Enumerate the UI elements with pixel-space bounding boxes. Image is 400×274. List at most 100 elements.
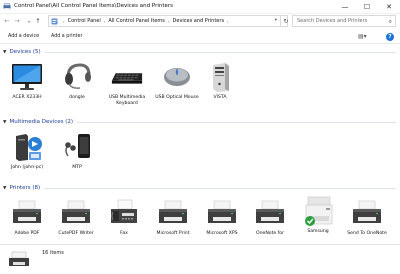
group-title: Devices (5) [9,49,41,55]
printer-label: CutePDF Writer [58,231,94,236]
details-pane: 16 items [0,244,400,274]
item-count: 16 items [42,250,64,256]
phone-icon [65,134,90,158]
collapse-chevron-icon: ▼ [3,119,7,125]
collapse-chevron-icon: ▼ [3,49,7,55]
breadcrumb-separator: › [227,18,229,24]
printer-cutepdf[interactable]: CutePDF Writer [53,196,99,237]
address-dropdown-icon[interactable]: ▾ [275,18,277,23]
device-label: ACER X233H [12,95,42,100]
printer-label: Adobe PDF [14,231,40,236]
maximize-icon: ☐ [363,3,371,11]
group-divider [44,187,396,189]
printer-label: Samsung [307,229,329,234]
default-printer-icon [305,196,333,226]
printer-label: Microsoft XPS [206,231,238,236]
forward-arrow-icon: → [14,17,20,25]
breadcrumb-devices-printers[interactable]: Devices and Printers [173,18,225,24]
breadcrumb-separator: › [63,18,65,24]
printer-onenote[interactable]: OneNote for [247,196,293,237]
printer-label: Fax [120,231,128,236]
breadcrumb-all-items[interactable]: All Control Panel Items [108,18,165,24]
device-vista[interactable]: VISTA [197,60,243,101]
change-view-button[interactable]: ▤▾ [358,33,367,40]
monitor-icon [12,64,42,90]
search-placeholder: Search Devices and Printers [297,18,368,24]
devices-and-printers-icon [9,251,29,266]
printer-icon [62,200,90,223]
address-row: ← → ▾ ↑ › Control Panel › All Control Pa… [0,14,400,29]
close-icon: ✕ [386,3,392,11]
group-title: Printers (8) [9,185,41,191]
command-bar: Add a device Add a printer ▤▾ ? [0,31,400,44]
printer-icon [353,200,381,223]
help-icon: ? [388,34,392,40]
group-divider [77,121,396,123]
device-label: USB Multimedia Keyboard [108,95,146,106]
printer-icon [13,200,41,223]
printer-samsung[interactable]: Samsung [295,194,341,235]
devices-and-printers-icon [3,3,11,10]
forward-button[interactable]: → [12,16,22,26]
device-keyboard[interactable]: USB Multimedia Keyboard [104,60,150,107]
up-arrow-icon: ↑ [35,17,41,25]
printer-icon [208,200,236,223]
device-john-pc[interactable]: John (john-pc) [4,130,50,171]
collapse-chevron-icon: ▼ [3,185,7,191]
group-header-devices[interactable]: ▼ Devices (5) [0,47,400,57]
printer-microsoft-print[interactable]: Microsoft Print [150,196,196,237]
keyboard-icon [111,73,143,84]
printer-icon [256,200,284,223]
window-title: Control Panel\All Control Panel Items\De… [14,3,174,9]
device-label: John (john-pc) [10,165,44,170]
group-divider [44,51,396,53]
computer-tower-icon [213,63,229,92]
device-label: VISTA [213,95,227,100]
title-bar: Control Panel\All Control Panel Items\De… [0,0,400,14]
breadcrumb-separator: › [103,18,106,24]
breadcrumb-control-panel[interactable]: Control Panel [68,18,101,24]
fax-icon [111,199,137,223]
address-bar[interactable]: › Control Panel › All Control Panel Item… [48,15,288,27]
printer-icon [159,200,187,223]
refresh-button[interactable]: ↻ [280,15,291,27]
up-button[interactable]: ↑ [33,16,43,26]
device-label: USB Optical Mouse [155,95,199,100]
printer-fax[interactable]: Fax [101,196,147,237]
back-arrow-icon: ← [4,17,10,25]
media-device-icon [16,134,42,161]
headset-icon [65,63,91,89]
refresh-icon: ↻ [283,17,289,25]
group-header-printers[interactable]: ▼ Printers (8) [0,183,400,193]
printer-microsoft-xps[interactable]: Microsoft XPS [199,196,245,237]
device-mouse[interactable]: USB Optical Mouse [154,60,200,101]
back-button[interactable]: ← [2,16,12,26]
close-button[interactable]: ✕ [378,0,400,14]
printer-label: Send To OneNote [347,231,387,236]
help-button[interactable]: ? [386,33,394,41]
minimize-icon: — [341,3,349,11]
control-panel-icon [51,18,58,24]
device-label: dongle [69,95,85,100]
device-mtp[interactable]: MTP [54,130,100,171]
minimize-button[interactable]: — [334,0,356,14]
maximize-button[interactable]: ☐ [356,0,378,14]
device-acer-monitor[interactable]: ACER X233H [4,60,50,101]
printer-label: OneNote for [255,231,284,236]
device-label: MTP [72,165,82,170]
printer-adobe-pdf[interactable]: Adobe PDF [4,196,50,237]
view-options-icon: ▤▾ [358,33,367,40]
printer-label: Microsoft Print [156,231,190,236]
devices-content-pane: ▼ Devices (5) ACER X233H dongle USB Mult… [0,44,400,244]
mouse-icon [164,68,190,86]
add-device-button[interactable]: Add a device [8,34,39,39]
group-title: Multimedia Devices (2) [9,119,74,125]
search-input[interactable]: Search Devices and Printers ⌕ [292,15,396,27]
chevron-down-icon: ▾ [27,18,30,24]
printer-send-to-onenote[interactable]: Send To OneNote [344,196,390,237]
group-header-multimedia[interactable]: ▼ Multimedia Devices (2) [0,117,400,127]
breadcrumb-separator: › [167,18,170,24]
search-icon: ⌕ [388,18,392,25]
device-dongle[interactable]: dongle [54,60,100,101]
add-printer-button[interactable]: Add a printer [51,34,82,39]
